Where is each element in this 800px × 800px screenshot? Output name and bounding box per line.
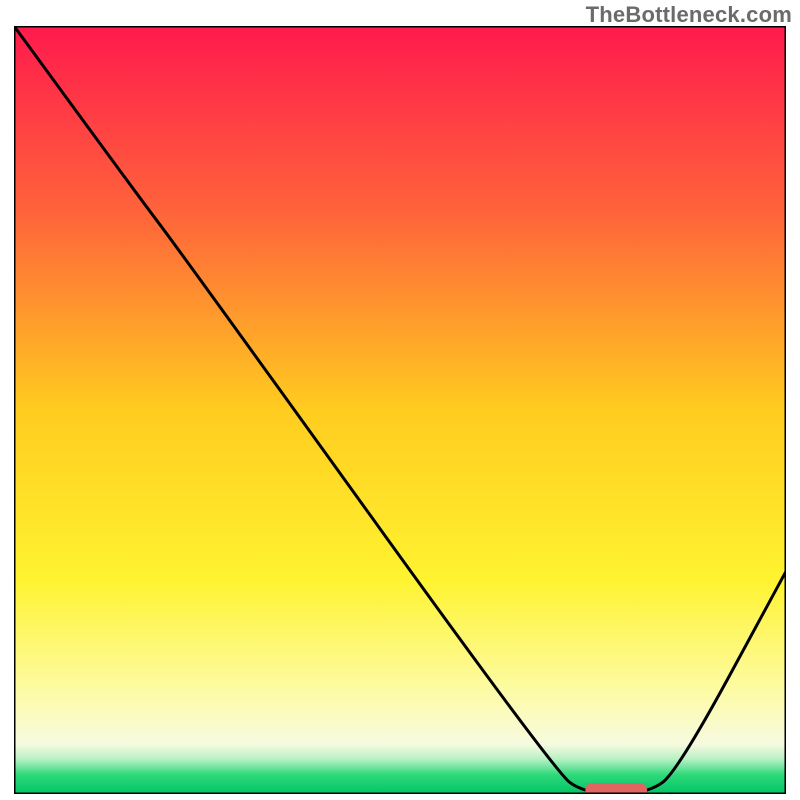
chart-svg xyxy=(14,26,786,794)
bottleneck-chart: TheBottleneck.com xyxy=(0,0,800,800)
attribution-text: TheBottleneck.com xyxy=(586,2,792,28)
optimal-marker xyxy=(585,783,647,794)
chart-background xyxy=(14,26,786,794)
